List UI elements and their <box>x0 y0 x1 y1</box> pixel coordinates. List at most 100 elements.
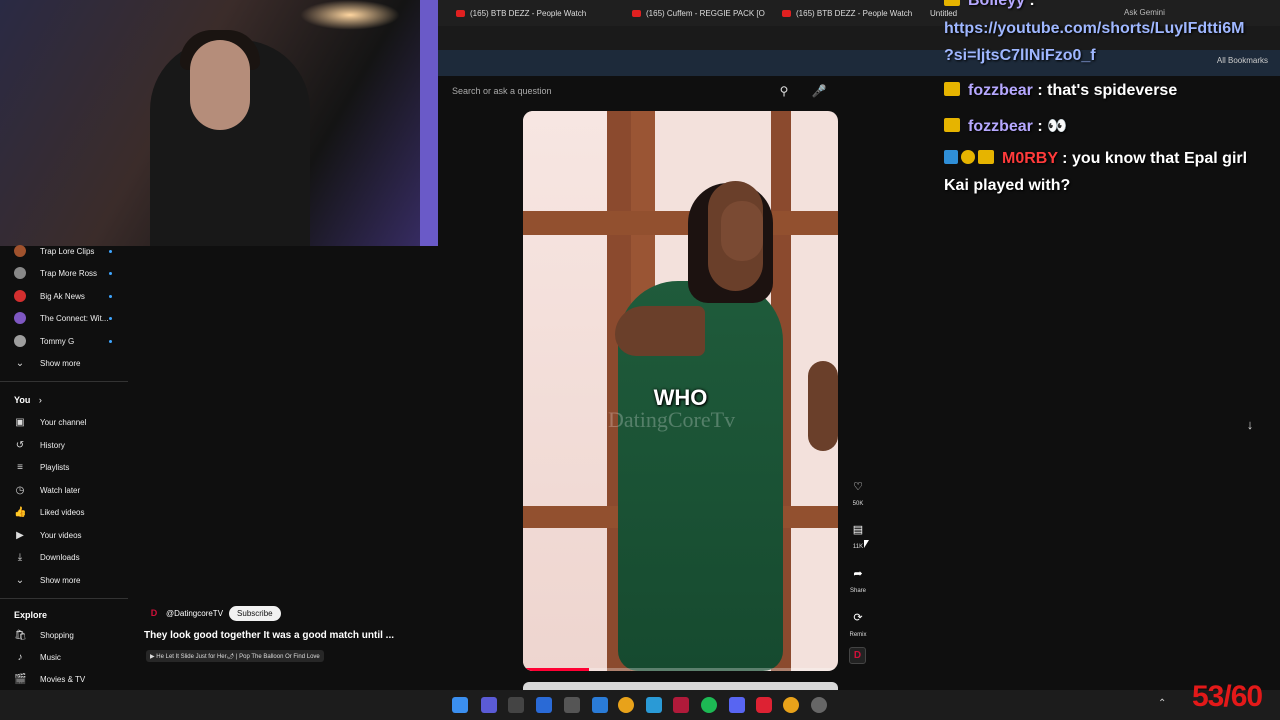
new-content-dot <box>109 316 112 320</box>
spotify-icon[interactable] <box>701 697 717 713</box>
chat-link-cont[interactable]: ?si=ljtsC7llNiFzo0_f <box>944 47 1096 65</box>
chat-message: fozzbear : 👀 <box>944 116 1067 136</box>
badge-icon <box>961 150 975 164</box>
sidebar-item-subscription[interactable]: The Connect: Wit... <box>0 307 128 329</box>
mouse-cursor <box>864 540 869 548</box>
short-video-player[interactable]: DatingCoreTv WHO <box>523 111 838 671</box>
tab-3[interactable]: (165) BTB DEZZ - People Watch <box>774 0 922 26</box>
sidebar-item-subscription[interactable]: Trap More Ross <box>0 262 128 284</box>
widgets-icon[interactable] <box>481 697 497 713</box>
microphone-icon[interactable]: 🎤 <box>808 80 830 102</box>
tab-2[interactable]: (165) Cuffem - REGGIE PACK [O <box>624 0 774 26</box>
arrow-down-icon[interactable]: ↓ <box>1240 414 1260 434</box>
chrome-icon[interactable] <box>618 697 634 713</box>
app-icon[interactable] <box>564 697 580 713</box>
clapperboard-icon: 🎬 <box>14 673 27 685</box>
sidebar-item-subscription[interactable]: Big Ak News <box>0 285 128 307</box>
section-you[interactable]: You › <box>14 395 42 405</box>
youtube-icon <box>632 9 641 17</box>
sidebar-item-label: Playlists <box>40 462 70 472</box>
new-content-dot <box>109 294 112 298</box>
tab-label: (165) BTB DEZZ - People Watch <box>470 8 587 18</box>
chat-username: fozzbear <box>968 82 1033 99</box>
video-caption: WHO <box>653 385 708 410</box>
tab-label: (165) Cuffem - REGGIE PACK [O <box>646 8 765 18</box>
thumbs-up-icon: 👍 <box>14 506 27 518</box>
sidebar-item-label: Liked videos <box>40 507 85 517</box>
tab-1[interactable]: (165) BTB DEZZ - People Watch <box>448 0 624 26</box>
show-more-label: Show more <box>40 575 81 585</box>
sidebar-item-label: Music <box>40 652 61 662</box>
brave-icon[interactable] <box>756 697 772 713</box>
next-short-preview[interactable] <box>523 682 838 690</box>
sidebar-item-movies-tv[interactable]: 🎬 Movies & TV <box>0 668 128 690</box>
discord-icon[interactable] <box>729 697 745 713</box>
sidebar-item-your-videos[interactable]: ▶ Your videos <box>0 524 128 546</box>
chat-text: that's spideverse <box>1047 82 1178 99</box>
tab-label: (165) BTB DEZZ - People Watch <box>796 8 913 18</box>
telegram-icon[interactable] <box>646 697 662 713</box>
search-input[interactable]: Search or ask a question <box>444 80 774 102</box>
crown-badge-icon <box>978 150 994 164</box>
like-count: 50K <box>852 501 864 507</box>
sidebar-item-watch-later[interactable]: ◷ Watch later <box>0 479 128 501</box>
video-title[interactable]: They look good together It was a good ma… <box>144 630 444 641</box>
sidebar-item-history[interactable]: ↺ History <box>0 434 128 456</box>
channel-name[interactable]: @DatingcoreTV <box>166 609 223 618</box>
music-note-icon: ♪ <box>17 651 23 663</box>
comment-icon: ▤ <box>852 523 864 536</box>
obs-icon[interactable] <box>811 697 827 713</box>
sidebar-item-subscription[interactable]: Tommy G <box>0 330 128 352</box>
sidebar-item-label: Your channel <box>40 417 87 427</box>
crown-badge-icon <box>944 118 960 132</box>
divider <box>0 381 128 382</box>
app-icon[interactable] <box>508 697 524 713</box>
sidebar-item-label: Big Ak News <box>40 291 85 301</box>
sidebar-item-liked-videos[interactable]: 👍 Liked videos <box>0 501 128 523</box>
chat-message: M0RBY : you know that Epal girl <box>944 150 1247 168</box>
sidebar-item-label: Downloads <box>40 552 80 562</box>
sidebar-item-subscription[interactable]: Trap Lore Clips <box>0 240 128 262</box>
crown-badge-icon <box>944 82 960 96</box>
youtube-icon <box>782 9 791 17</box>
show-more-you[interactable]: ⌄ Show more <box>0 569 128 591</box>
share-button[interactable]: ➦ Share <box>844 561 872 595</box>
vscode-icon[interactable] <box>592 697 608 713</box>
chat-text: you know that Epal girl <box>1071 150 1248 167</box>
sidebar-item-label: Movies & TV <box>40 674 86 684</box>
crown-badge-icon <box>944 0 960 6</box>
remix-button[interactable]: ⟳ Remix <box>844 605 872 639</box>
channel-logo-icon: D <box>150 608 158 618</box>
subscribe-button[interactable]: Subscribe <box>229 605 281 621</box>
sidebar-item-shopping[interactable]: 🛍 Shopping <box>0 624 128 646</box>
sidebar-item-music[interactable]: ♪ Music <box>0 646 128 668</box>
app-icon[interactable] <box>673 697 689 713</box>
sidebar-item-label: Your videos <box>40 530 82 540</box>
windows-start-icon[interactable] <box>452 697 468 713</box>
chevron-down-icon: ⌄ <box>15 574 25 586</box>
sidebar-item-your-channel[interactable]: ▣ Your channel <box>0 411 128 433</box>
sound-tag[interactable]: ▶ He Let It Slide Just for Her🌶 | Pop Th… <box>146 650 324 662</box>
badge-icon <box>944 150 958 164</box>
chat-message: fozzbear : that's spideverse <box>944 82 1177 100</box>
app-icon[interactable] <box>536 697 552 713</box>
chat-text-cont: Kai played with? <box>944 177 1071 194</box>
sidebar-item-downloads[interactable]: ⤓ Downloads <box>0 546 128 568</box>
chat-username: M0RBY <box>1002 150 1058 167</box>
youtube-icon <box>456 9 465 17</box>
like-button[interactable]: ♡ 50K <box>844 474 872 508</box>
sidebar-item-label: Tommy G <box>40 336 75 346</box>
chat-link[interactable]: https://youtube.com/shorts/LuyIFdtti6M <box>944 20 1244 38</box>
avatar <box>14 267 26 279</box>
share-icon: ➦ <box>853 567 863 580</box>
video-progress-bar[interactable] <box>523 668 838 671</box>
new-content-dot <box>109 249 112 253</box>
chrome-icon[interactable] <box>783 697 799 713</box>
chevron-up-icon[interactable]: ⌃ <box>1158 698 1166 709</box>
search-icon[interactable]: ⚲ <box>774 80 794 102</box>
channel-avatar[interactable]: D <box>849 647 866 664</box>
sidebar-item-label: The Connect: Wit... <box>40 313 109 323</box>
sidebar-item-playlists[interactable]: ≡ Playlists <box>0 456 128 478</box>
show-more-subscriptions[interactable]: ⌄ Show more <box>0 352 128 374</box>
history-icon: ↺ <box>15 439 25 451</box>
